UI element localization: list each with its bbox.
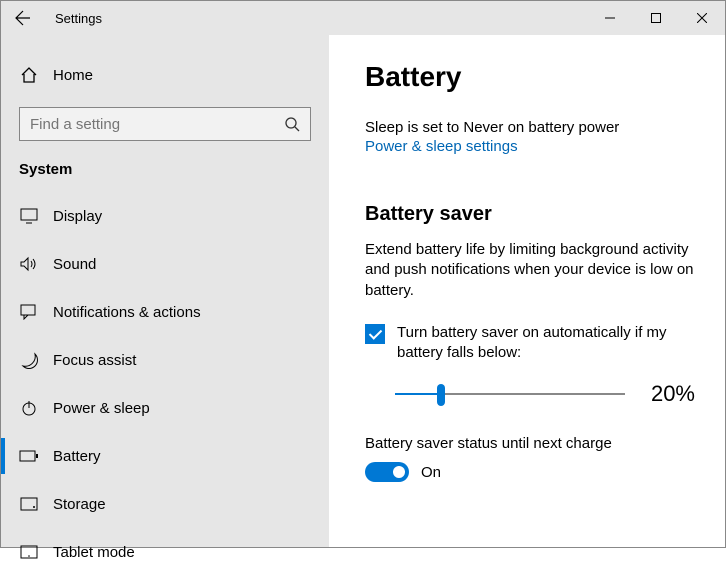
tablet-icon — [19, 545, 39, 559]
window-title: Settings — [45, 11, 102, 26]
battery-icon — [19, 450, 39, 462]
sidebar-item-label: Battery — [39, 448, 101, 465]
sidebar-item-storage[interactable]: Storage — [1, 480, 329, 528]
sound-icon — [19, 256, 39, 272]
battery-saver-heading: Battery saver — [365, 203, 701, 226]
page-title: Battery — [365, 61, 701, 93]
back-arrow-icon — [15, 10, 31, 26]
toggle-state: On — [421, 464, 441, 481]
close-icon — [697, 13, 707, 23]
search-icon — [284, 116, 300, 132]
sidebar-item-focus-assist[interactable]: Focus assist — [1, 336, 329, 384]
sidebar-item-notifications[interactable]: Notifications & actions — [1, 288, 329, 336]
threshold-slider[interactable] — [395, 382, 625, 406]
main-panel: Battery Sleep is set to Never on battery… — [329, 35, 725, 547]
storage-icon — [19, 497, 39, 511]
sidebar-item-label: Notifications & actions — [39, 304, 201, 321]
maximize-button[interactable] — [633, 1, 679, 35]
sidebar-item-label: Power & sleep — [39, 400, 150, 417]
battery-saver-description: Extend battery life by limiting backgrou… — [365, 240, 701, 301]
auto-saver-label: Turn battery saver on automatically if m… — [397, 323, 701, 364]
sidebar-item-label: Focus assist — [39, 352, 136, 369]
title-bar: Settings — [1, 1, 725, 35]
window-controls — [587, 1, 725, 35]
display-icon — [19, 208, 39, 224]
close-button[interactable] — [679, 1, 725, 35]
slider-value: 20% — [651, 381, 701, 407]
sidebar-item-label: Tablet mode — [39, 544, 135, 561]
status-label: Battery saver status until next charge — [365, 435, 701, 452]
home-icon — [19, 66, 39, 84]
home-label: Home — [39, 67, 93, 84]
slider-fill — [395, 393, 441, 395]
sidebar-item-label: Storage — [39, 496, 106, 513]
status-toggle[interactable] — [365, 462, 409, 482]
search-input[interactable] — [19, 107, 311, 141]
minimize-icon — [605, 13, 615, 23]
maximize-icon — [651, 13, 661, 23]
search-field[interactable] — [30, 116, 284, 133]
power-icon — [19, 399, 39, 417]
notifications-icon — [19, 304, 39, 320]
sidebar: Home System Display Sound Notifications … — [1, 35, 329, 547]
sleep-note: Sleep is set to Never on battery power — [365, 119, 701, 136]
sidebar-item-power-sleep[interactable]: Power & sleep — [1, 384, 329, 432]
back-button[interactable] — [1, 1, 45, 35]
sidebar-item-display[interactable]: Display — [1, 192, 329, 240]
home-button[interactable]: Home — [1, 53, 329, 97]
focus-assist-icon — [19, 351, 39, 369]
power-sleep-link[interactable]: Power & sleep settings — [365, 138, 701, 155]
sidebar-item-tablet-mode[interactable]: Tablet mode — [1, 528, 329, 576]
sidebar-item-battery[interactable]: Battery — [1, 432, 329, 480]
sidebar-item-sound[interactable]: Sound — [1, 240, 329, 288]
category-heading: System — [1, 161, 329, 192]
sidebar-item-label: Sound — [39, 256, 96, 273]
auto-saver-checkbox[interactable] — [365, 324, 385, 344]
minimize-button[interactable] — [587, 1, 633, 35]
slider-thumb[interactable] — [437, 384, 445, 406]
sidebar-item-label: Display — [39, 208, 102, 225]
